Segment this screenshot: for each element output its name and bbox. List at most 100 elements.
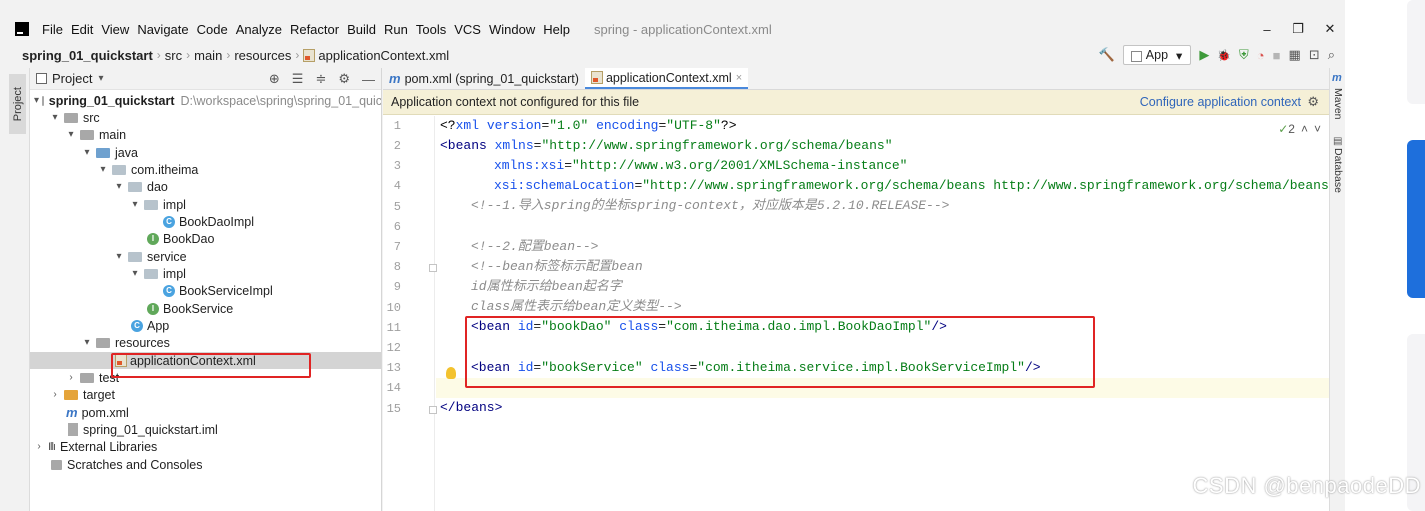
project-tool-tab[interactable]: Project [9,74,26,134]
expand-all-icon[interactable]: ☰ [292,71,304,87]
configure-context-link[interactable]: Configure application context [1140,95,1301,109]
fold-marker-icon[interactable] [429,406,437,414]
menu-view[interactable]: View [97,22,133,37]
tree-item-scratches[interactable]: Scratches and Consoles [30,456,381,473]
menu-analyze[interactable]: Analyze [232,22,286,37]
tree-item-bookdao[interactable]: I BookDao [30,230,381,247]
inspection-widget[interactable]: ✓ 2 ˄ ˅ [1278,122,1321,136]
layout-icon[interactable]: ⊡ [1309,47,1320,63]
chevron-down-icon[interactable]: ▾ [98,73,103,84]
tree-item-bookservice[interactable]: I BookService [30,300,381,317]
run-configuration-select[interactable]: App ▾ [1122,45,1192,65]
line-number: 15 [386,402,401,416]
maven-icon: m [389,71,401,86]
minimize-button[interactable]: – [1250,14,1284,44]
menu-vcs[interactable]: VCS [450,22,485,37]
chevron-down-icon[interactable]: ▾ [113,251,125,262]
code-line-7[interactable]: <!--2.配置bean--> [471,237,598,257]
maximize-button[interactable]: ❐ [1281,14,1315,44]
tree-item-package-dao[interactable]: ▾ dao [30,178,381,195]
excluded-folder-icon [64,389,78,400]
hide-panel-icon[interactable]: — [362,72,375,87]
chevron-down-icon[interactable]: ▾ [129,268,141,279]
code-line-9[interactable]: id属性标示给bean起名字 [471,277,622,297]
project-structure-icon[interactable]: ▦ [1289,47,1301,63]
debug-bug-icon[interactable]: 🐞 [1217,49,1231,62]
gear-icon[interactable]: ⚙ [338,71,350,87]
code-line-3[interactable]: xmlns:xsi="http://www.w3.org/2001/XMLSch… [494,156,908,176]
close-tab-icon[interactable]: × [736,72,742,84]
menu-code[interactable]: Code [193,22,232,37]
tree-item-bookserviceimpl[interactable]: C BookServiceImpl [30,282,381,299]
code-line-2[interactable]: <beans xmlns="http://www.springframework… [440,136,893,156]
previous-highlight-icon[interactable]: ˄ [1301,122,1308,136]
chevron-down-icon[interactable]: ▾ [34,95,39,106]
coverage-icon[interactable]: ⛨ [1239,47,1249,63]
chevron-down-icon[interactable]: ▾ [81,337,93,348]
tree-item-package-service-impl[interactable]: ▾ impl [30,265,381,282]
maven-tool-tab[interactable]: Maven [1332,88,1344,120]
chevron-right-icon[interactable]: › [65,372,77,383]
menu-run[interactable]: Run [380,22,412,37]
tree-item-external-libraries[interactable]: › Illı External Libraries [30,438,381,455]
breadcrumb-main[interactable]: main [194,48,222,63]
lightbulb-icon[interactable] [446,367,456,379]
code-line-10[interactable]: class属性表示给bean定义类型--> [471,297,682,317]
tree-item-target[interactable]: › target [30,386,381,403]
code-line-4[interactable]: xsi:schemaLocation="http://www.springfra… [494,176,1344,196]
token: = [564,158,573,173]
menu-refactor[interactable]: Refactor [286,22,343,37]
window-title: spring - applicationContext.xml [593,21,772,37]
chevron-right-icon[interactable]: › [33,441,45,452]
tree-item-pom-xml[interactable]: m pom.xml [30,404,381,421]
breadcrumb-resources[interactable]: resources [234,48,291,63]
chevron-right-icon[interactable]: › [49,389,61,400]
stop-icon[interactable]: ■ [1273,48,1281,63]
menu-build[interactable]: Build [343,22,380,37]
code-line-5[interactable]: <!--1.导入spring的坐标spring-context，对应版本是5.2… [471,196,949,216]
build-hammer-icon[interactable]: 🔨 [1099,47,1115,63]
tree-item-package-service[interactable]: ▾ service [30,248,381,265]
tree-item-main[interactable]: ▾ main [30,126,381,143]
tree-item-iml[interactable]: spring_01_quickstart.iml [30,421,381,438]
breadcrumb-project[interactable]: spring_01_quickstart [22,48,153,63]
chevron-down-icon[interactable]: ▾ [49,112,61,123]
gear-icon[interactable]: ⚙ [1307,94,1319,110]
breadcrumb-src[interactable]: src [165,48,182,63]
chevron-down-icon[interactable]: ▾ [97,164,109,175]
tree-item-project-root[interactable]: ▾ spring_01_quickstart D:\workspace\spri… [30,92,381,109]
chevron-down-icon[interactable]: ▾ [65,129,77,140]
menu-navigate[interactable]: Navigate [133,22,192,37]
close-window-button[interactable]: ✕ [1313,14,1347,44]
menu-help[interactable]: Help [539,22,574,37]
menu-edit[interactable]: Edit [67,22,97,37]
locate-file-icon[interactable]: ⊕ [269,71,280,87]
database-tool-tab[interactable]: Database [1332,148,1344,193]
code-line-15[interactable]: </beans> [440,398,502,418]
collapse-all-icon[interactable]: ≑ [315,71,326,87]
code-line-1[interactable]: <?xml version="1.0" encoding="UTF-8"?> [440,116,737,136]
search-icon[interactable]: ⌕ [1328,47,1335,63]
code-line-8[interactable]: <!--bean标签标示配置bean [471,257,643,277]
breadcrumb-file[interactable]: applicationContext.xml [303,48,449,63]
profile-icon[interactable]: ◔ [1257,48,1265,63]
project-panel-title[interactable]: Project [52,71,92,86]
menu-window[interactable]: Window [485,22,539,37]
chevron-down-icon[interactable]: ▾ [113,181,125,192]
chevron-down-icon[interactable]: ▾ [81,147,93,158]
chevron-down-icon[interactable]: ▾ [129,199,141,210]
tree-item-app[interactable]: C App [30,317,381,334]
run-icon[interactable]: ▶ [1199,47,1209,63]
next-highlight-icon[interactable]: ˅ [1314,122,1321,136]
tab-applicationcontext-xml[interactable]: applicationContext.xml × [584,68,749,89]
tree-item-java[interactable]: ▾ java [30,144,381,161]
tree-item-src[interactable]: ▾ src [30,109,381,126]
fold-marker-icon[interactable] [429,264,437,272]
tree-item-package-dao-impl[interactable]: ▾ impl [30,196,381,213]
tree-item-bookdaoimpl[interactable]: C BookDaoImpl [30,213,381,230]
tree-item-package-com-itheima[interactable]: ▾ com.itheima [30,161,381,178]
tab-pom-xml[interactable]: m pom.xml (spring_01_quickstart) [383,68,585,89]
menu-file[interactable]: File [38,22,67,37]
tree-item-resources[interactable]: ▾ resources [30,334,381,351]
menu-tools[interactable]: Tools [412,22,450,37]
